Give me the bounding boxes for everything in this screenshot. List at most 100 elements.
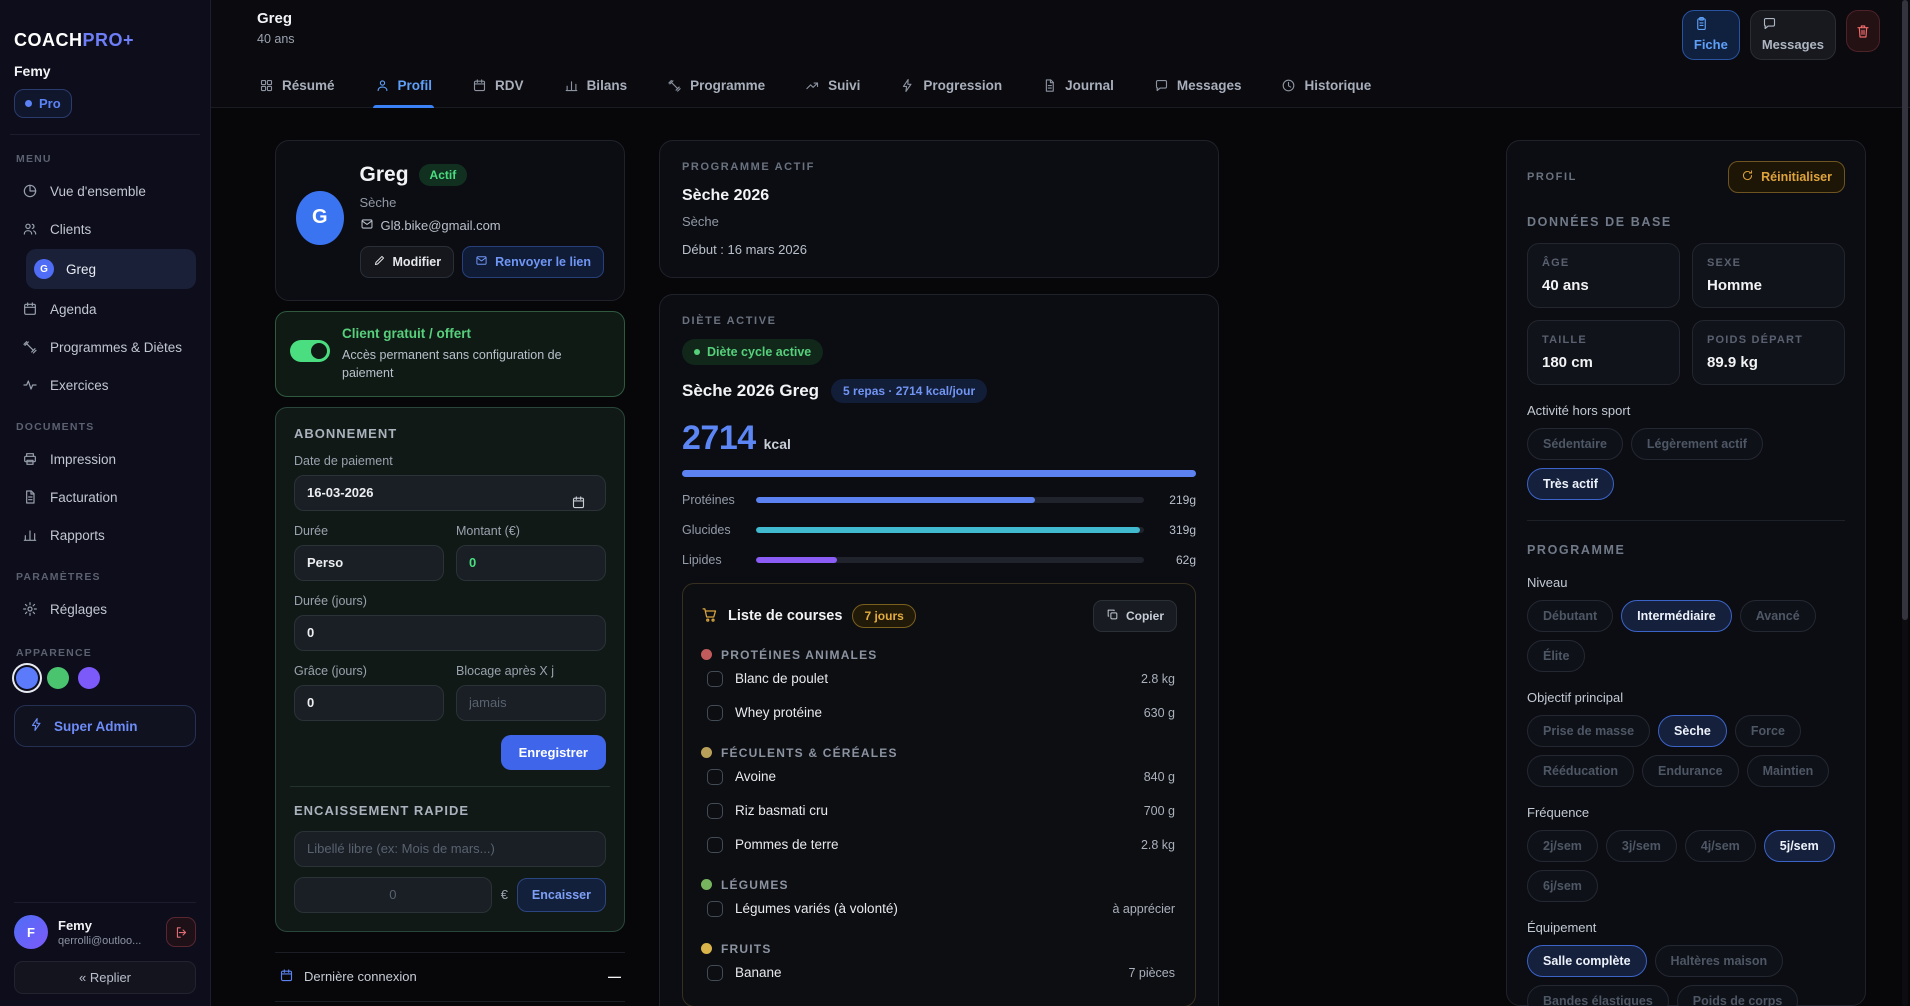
sidebar-item-label: Impression — [50, 451, 117, 467]
printer-icon — [24, 453, 36, 465]
duration-input[interactable] — [294, 544, 444, 581]
free-client-toggle[interactable] — [290, 339, 330, 362]
tab-journal[interactable]: Journal — [1040, 66, 1116, 107]
pill-seche[interactable]: Sèche — [1658, 714, 1727, 747]
messages-button[interactable]: Messages — [1749, 10, 1836, 60]
grace-days-input[interactable] — [294, 684, 444, 721]
pill-reeducation[interactable]: Rééducation — [1527, 754, 1635, 787]
tab-suivi[interactable]: Suivi — [803, 66, 862, 107]
sidebar-item-agenda[interactable]: Agenda — [14, 291, 196, 327]
pill-bandes-elastiques[interactable]: Bandes élastiques — [1527, 984, 1669, 1006]
blocking-input[interactable] — [456, 684, 606, 721]
pill-4j-sem[interactable]: 4j/sem — [1684, 829, 1756, 862]
theme-swatch-green[interactable] — [47, 667, 69, 689]
pill-debutant[interactable]: Débutant — [1527, 599, 1614, 632]
page-scrollbar[interactable] — [1902, 0, 1908, 1006]
sidebar-item-rapports[interactable]: Rapports — [14, 517, 196, 553]
sidebar-item-clients[interactable]: Clients — [14, 211, 196, 247]
resend-link-button[interactable]: Renvoyer le lien — [462, 245, 604, 278]
sidebar-item-programmes-dietes[interactable]: Programmes & Diètes — [14, 329, 196, 365]
sidebar-item-facturation[interactable]: Facturation — [14, 479, 196, 515]
stat-sexe: SEXE Homme — [1692, 242, 1845, 308]
theme-swatch-blue[interactable] — [16, 667, 38, 689]
shopping-list-card: Liste de courses 7 jours Copier PROTÉINE… — [682, 582, 1196, 1006]
pill-maintien[interactable]: Maintien — [1746, 754, 1830, 787]
pill-endurance[interactable]: Endurance — [1642, 754, 1739, 787]
item-quantity: à apprécier — [1112, 901, 1175, 916]
pill-legerement-actif[interactable]: Légèrement actif — [1630, 427, 1763, 460]
sidebar-item-reglages[interactable]: Réglages — [14, 591, 196, 627]
scrollbar-thumb[interactable] — [1902, 0, 1908, 620]
theme-swatch-purple[interactable] — [78, 667, 100, 689]
delete-client-button[interactable] — [1846, 10, 1880, 52]
duration-days-input[interactable] — [294, 614, 606, 651]
quick-amount-input[interactable] — [294, 876, 492, 913]
item-checkbox[interactable] — [707, 964, 723, 981]
tab-progression[interactable]: Progression — [898, 66, 1004, 107]
sidebar-item-exercices[interactable]: Exercices — [14, 367, 196, 403]
pill-sedentaire[interactable]: Sédentaire — [1527, 427, 1623, 460]
sidebar-item-impression[interactable]: Impression — [14, 441, 196, 477]
logout-button[interactable] — [166, 917, 196, 947]
user-email: qerrolli@outloo... — [58, 934, 142, 947]
tab-resume[interactable]: Résumé — [257, 66, 337, 107]
shopping-section-proteines-animales: PROTÉINES ANIMALES — [701, 648, 1177, 662]
macro-value: 62g — [1175, 552, 1196, 567]
item-checkbox[interactable] — [707, 836, 723, 853]
pill-5j-sem[interactable]: 5j/sem — [1763, 829, 1835, 862]
tab-label: Messages — [1176, 77, 1242, 93]
pill-force[interactable]: Force — [1734, 714, 1801, 747]
collect-button[interactable]: Encaisser — [516, 877, 606, 912]
sidebar-item-label: Exercices — [50, 377, 109, 393]
tab-messages[interactable]: Messages — [1152, 66, 1244, 107]
super-admin-button[interactable]: Super Admin — [14, 705, 196, 747]
mail-icon — [476, 255, 487, 265]
quick-label-input[interactable] — [294, 830, 606, 867]
pill-poids-de-corps[interactable]: Poids de corps — [1676, 984, 1799, 1006]
meta-row-derniere-connexion: Dernière connexion — — [275, 953, 625, 1002]
sidebar-item-greg[interactable]: G Greg — [26, 249, 196, 289]
shopping-item-whey-proteine: Whey protéine 630 g — [701, 696, 1177, 730]
item-checkbox[interactable] — [707, 704, 723, 721]
pill-salle-complete[interactable]: Salle complète — [1527, 944, 1647, 977]
pie-chart-icon — [23, 184, 37, 198]
amount-input[interactable] — [456, 544, 606, 581]
free-client-title: Client gratuit / offert — [342, 325, 471, 341]
payment-date-input[interactable] — [294, 474, 606, 511]
pill-avance[interactable]: Avancé — [1739, 599, 1816, 632]
appearance-section: APPARENCE — [14, 629, 196, 689]
tab-rdv[interactable]: RDV — [470, 66, 526, 107]
pill-elite[interactable]: Élite — [1527, 639, 1586, 672]
macro-track — [756, 496, 1144, 503]
file-text-icon — [1045, 78, 1054, 92]
item-checkbox[interactable] — [707, 900, 723, 917]
pill-6j-sem[interactable]: 6j/sem — [1527, 869, 1598, 902]
fiche-button[interactable]: Fiche — [1681, 10, 1740, 60]
reset-button[interactable]: Réinitialiser — [1728, 160, 1845, 193]
collapse-sidebar-button[interactable]: « Replier — [14, 961, 196, 994]
sidebar-item-vue-d-ensemble[interactable]: Vue d'ensemble — [14, 173, 196, 209]
edit-client-button[interactable]: Modifier — [359, 245, 455, 278]
pill-3j-sem[interactable]: 3j/sem — [1605, 829, 1677, 862]
shopping-list-title: Liste de courses — [728, 607, 843, 624]
copy-button[interactable]: Copier — [1092, 599, 1177, 632]
item-checkbox[interactable] — [707, 670, 723, 687]
tab-profil[interactable]: Profil — [372, 66, 435, 108]
stat-label: POIDS DÉPART — [1707, 333, 1804, 346]
pill-tres-actif[interactable]: Très actif — [1527, 467, 1614, 500]
shopping-list: PROTÉINES ANIMALES Blanc de poulet 2.8 kg W… — [701, 648, 1177, 990]
meta-value: — — [608, 969, 621, 985]
pill-halteres-maison[interactable]: Haltères maison — [1654, 944, 1784, 977]
pill-intermediaire[interactable]: Intermédiaire — [1621, 599, 1732, 632]
tab-historique[interactable]: Historique — [1279, 66, 1373, 107]
save-button[interactable]: Enregistrer — [500, 734, 606, 770]
item-checkbox[interactable] — [707, 768, 723, 785]
tab-programme[interactable]: Programme — [665, 66, 767, 107]
item-quantity: 700 g — [1143, 803, 1175, 818]
blocking-label: Blocage après X j — [456, 663, 554, 678]
pill-prise-de-masse[interactable]: Prise de masse — [1527, 714, 1651, 747]
item-name: Avoine — [735, 769, 777, 784]
pill-2j-sem[interactable]: 2j/sem — [1527, 829, 1598, 862]
item-checkbox[interactable] — [707, 802, 723, 819]
tab-bilans[interactable]: Bilans — [562, 66, 630, 107]
